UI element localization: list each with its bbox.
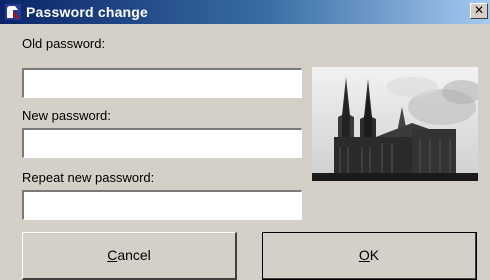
cancel-label: ancel (117, 247, 151, 263)
close-button[interactable]: ✕ (470, 3, 488, 19)
old-password-label: Old password: (22, 36, 106, 51)
old-password-field[interactable] (22, 68, 302, 98)
repeat-password-label: Repeat new password: (22, 170, 155, 185)
cancel-accelerator: C (107, 247, 118, 263)
close-icon: ✕ (473, 3, 485, 17)
title-bar[interactable]: Password change ✕ (0, 0, 490, 24)
repeat-password-field[interactable] (22, 190, 302, 220)
ok-label: K (369, 247, 380, 263)
cathedral-photo (312, 67, 478, 181)
cathedral-image (312, 67, 478, 181)
password-app-icon (5, 4, 21, 20)
ok-button[interactable]: OK (262, 232, 477, 280)
ok-accelerator: O (358, 247, 370, 263)
new-password-field[interactable] (22, 128, 302, 158)
password-change-dialog: Password change ✕ Old password: New pass… (0, 0, 490, 280)
cancel-button[interactable]: Cancel (22, 232, 237, 280)
window-title: Password change (26, 4, 149, 20)
new-password-label: New password: (22, 108, 111, 123)
